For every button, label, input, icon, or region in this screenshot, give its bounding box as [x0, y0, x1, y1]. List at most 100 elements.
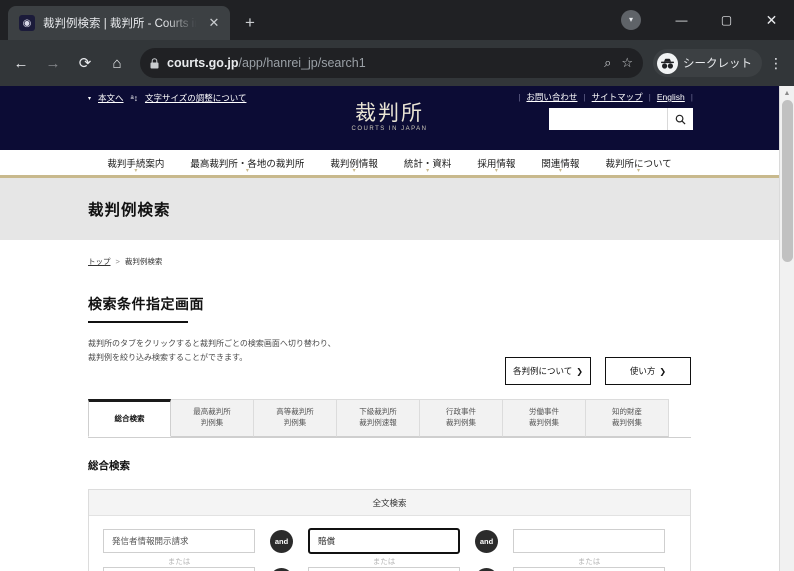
- font-size-link[interactable]: 文字サイズの調整について: [145, 92, 247, 104]
- keyword-input-1[interactable]: [103, 529, 255, 553]
- keyword-input-5[interactable]: [308, 567, 460, 571]
- form-title: 総合検索: [88, 460, 130, 472]
- breadcrumb-separator: >: [115, 257, 120, 266]
- keyword-cell: [513, 567, 665, 571]
- and-badge: and: [475, 529, 498, 553]
- keyword-row-1: and and: [103, 528, 676, 554]
- and-separator: and: [460, 567, 513, 571]
- nav-item-about[interactable]: 裁判所について ▾: [592, 156, 684, 174]
- home-icon[interactable]: ⌂: [102, 48, 132, 78]
- tab-label-line1: 総合検索: [114, 413, 145, 423]
- keyword-input-2[interactable]: [308, 528, 460, 554]
- or-label-1: または: [167, 557, 191, 566]
- keyword-cell: [308, 528, 460, 554]
- tab-administrative-cases[interactable]: 行政事件 裁判例集: [420, 399, 503, 437]
- search-scope-tabs: 総合検索 最高裁判所 判例集 高等裁判所 判例集 下級裁判所 裁判例速報 行政事…: [88, 399, 691, 438]
- keyword-cell: [103, 529, 255, 553]
- global-nav: 裁判手続案内 ▾ 最高裁判所・各地の裁判所 ▾ 裁判例情報 ▾ 統計・資料 ▾ …: [0, 150, 779, 178]
- new-tab-button[interactable]: +: [236, 9, 264, 37]
- browser-tab[interactable]: ◉ 裁判例検索 | 裁判所 - Courts in Japan ✕: [8, 6, 230, 40]
- nav-item-recruitment[interactable]: 採用情報 ▾: [464, 156, 528, 174]
- english-link[interactable]: English: [657, 92, 685, 102]
- section-action-buttons: 各判例について ❯ 使い方 ❯: [505, 357, 691, 385]
- keyword-input-4[interactable]: [103, 567, 255, 571]
- tab-labor-cases[interactable]: 労働事件 裁判例集: [503, 399, 586, 437]
- triangle-icon: ▾: [88, 95, 92, 102]
- tab-label-line2: 判例集: [200, 418, 224, 427]
- page-scrollbar[interactable]: ▲: [779, 86, 794, 571]
- site-search-input[interactable]: [549, 108, 667, 130]
- window-close-button[interactable]: ✕: [749, 0, 794, 40]
- chevron-down-icon: ▾: [426, 167, 430, 174]
- section-title: 検索条件指定画面: [88, 296, 204, 312]
- web-page: ▾ 本文へ ᵃ↕ 文字サイズの調整について | お問い合わせ | サイトマップ …: [0, 86, 779, 571]
- scroll-up-arrow-icon[interactable]: ▲: [780, 86, 794, 100]
- chevron-down-icon: ▾: [494, 167, 498, 174]
- tab-title: 裁判例検索 | 裁判所 - Courts in Japan: [43, 18, 198, 30]
- tab-ip-cases[interactable]: 知的財産 裁判例集: [586, 399, 669, 437]
- or-label-2: または: [372, 557, 396, 566]
- keyword-cell: [513, 529, 665, 553]
- forward-icon[interactable]: →: [38, 48, 68, 78]
- keyword-input-3[interactable]: [513, 529, 665, 553]
- breadcrumb-item-current: 裁判例検索: [124, 257, 163, 266]
- or-label-3: または: [577, 557, 601, 566]
- minimize-button[interactable]: —: [659, 0, 704, 40]
- tab-strip: ◉ 裁判例検索 | 裁判所 - Courts in Japan ✕ + ▾ — …: [0, 0, 794, 40]
- sitemap-link[interactable]: サイトマップ: [592, 91, 643, 103]
- or-label-row: または または または: [103, 556, 676, 567]
- keyword-cell: [308, 567, 460, 571]
- divider: |: [518, 92, 521, 102]
- tab-general-search[interactable]: 総合検索: [88, 399, 171, 437]
- utility-links-right: | お問い合わせ | サイトマップ | English |: [518, 91, 693, 103]
- skip-to-content-link[interactable]: 本文へ: [98, 92, 124, 104]
- search-icon[interactable]: ⌕: [604, 55, 611, 71]
- tab-label-line1: 最高裁判所: [193, 407, 231, 417]
- fulltext-search-panel: 全文検索 and and: [88, 489, 691, 571]
- window-controls: ▾ — ▢ ✕: [621, 0, 794, 40]
- chevron-right-icon: ❯: [576, 366, 583, 376]
- tab-lower-court[interactable]: 下級裁判所 裁判例速報: [337, 399, 420, 437]
- chevron-down-icon: ▾: [352, 167, 356, 174]
- reload-icon[interactable]: ⟳: [70, 48, 100, 78]
- site-search-button[interactable]: [667, 108, 693, 130]
- scrollbar-thumb[interactable]: [782, 100, 793, 262]
- nav-item-related[interactable]: 関連情報 ▾: [528, 156, 592, 174]
- url-text: courts.go.jp/app/hanrei_jp/search1: [167, 56, 596, 70]
- profile-chevron-icon[interactable]: ▾: [621, 10, 641, 30]
- address-bar[interactable]: courts.go.jp/app/hanrei_jp/search1 ⌕ ☆: [140, 48, 643, 78]
- title-underline: [88, 321, 188, 323]
- nav-item-procedures[interactable]: 裁判手続案内 ▾: [94, 156, 177, 174]
- browser-menu-icon[interactable]: ⋮: [764, 56, 788, 70]
- bookmark-star-icon[interactable]: ☆: [621, 55, 633, 71]
- tab-label-line1: 労働事件: [529, 407, 559, 417]
- divider: |: [690, 92, 693, 102]
- tab-supreme-court[interactable]: 最高裁判所 判例集: [171, 399, 254, 437]
- panel-body: and and または: [89, 516, 690, 571]
- chevron-down-icon: ▾: [637, 167, 641, 174]
- omnibox-actions: ⌕ ☆: [604, 55, 633, 71]
- button-label: 使い方: [629, 366, 656, 376]
- page-title-band: 裁判例検索: [0, 178, 779, 240]
- about-cases-button[interactable]: 各判例について ❯: [505, 357, 591, 385]
- chevron-down-icon: ▾: [245, 167, 249, 174]
- site-header: ▾ 本文へ ᵃ↕ 文字サイズの調整について | お問い合わせ | サイトマップ …: [0, 86, 779, 150]
- how-to-use-button[interactable]: 使い方 ❯: [605, 357, 691, 385]
- tab-high-court[interactable]: 高等裁判所 判例集: [254, 399, 337, 437]
- and-badge: and: [270, 567, 293, 571]
- nav-item-statistics[interactable]: 統計・資料 ▾: [391, 156, 465, 174]
- chevron-down-icon: ▾: [558, 167, 562, 174]
- tab-label-line2: 裁判例速報: [359, 418, 397, 427]
- breadcrumb-item-top[interactable]: トップ: [88, 256, 111, 267]
- contact-link[interactable]: お問い合わせ: [526, 91, 577, 103]
- tab-label-line1: 知的財産: [612, 407, 642, 417]
- button-label: 各判例について: [513, 366, 573, 376]
- incognito-indicator[interactable]: シークレット: [653, 49, 762, 77]
- nav-item-courts[interactable]: 最高裁判所・各地の裁判所 ▾: [177, 156, 317, 174]
- maximize-button[interactable]: ▢: [704, 0, 749, 40]
- keyword-input-6[interactable]: [513, 567, 665, 571]
- back-icon[interactable]: ←: [6, 48, 36, 78]
- nav-item-case-info[interactable]: 裁判例情報 ▾: [317, 156, 391, 174]
- close-icon[interactable]: ✕: [206, 15, 222, 31]
